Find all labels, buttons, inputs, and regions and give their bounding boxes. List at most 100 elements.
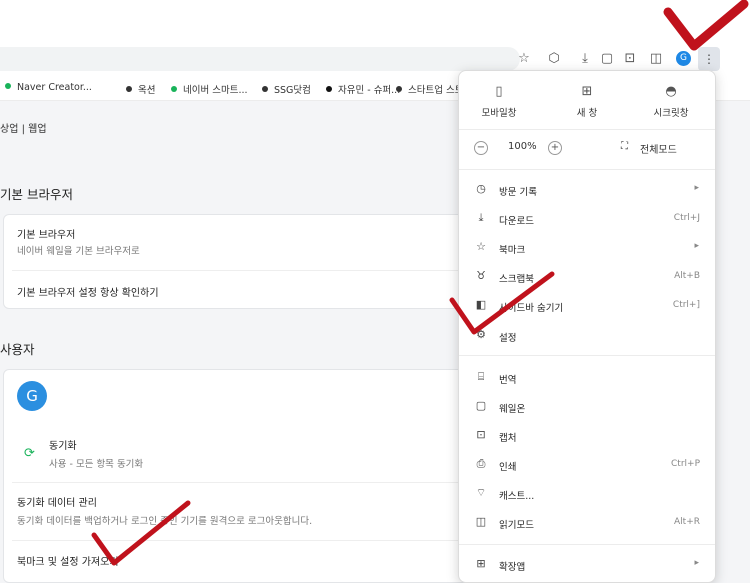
menu-item-label: 스크랩북 — [499, 274, 534, 285]
secret-icon: ◓ — [665, 84, 677, 99]
menu-item-scrapbook[interactable]: ♉ 스크랩북 Alt+B — [459, 267, 715, 287]
fullscreen-button[interactable]: 전체모드 — [640, 141, 677, 156]
bookmark-dot-icon — [5, 83, 11, 89]
zoom-in-button[interactable]: + — [548, 141, 562, 155]
sync-title[interactable]: 동기화 — [49, 437, 77, 452]
zoom-out-button[interactable]: − — [474, 141, 488, 155]
manage-sync-data-title[interactable]: 동기화 데이터 관리 — [17, 494, 97, 509]
history-icon: ◷ — [476, 182, 486, 195]
scrapbook-icon: ♉ — [476, 269, 486, 282]
menu-item-whaleon[interactable]: ▢ 웨일온 — [459, 397, 715, 417]
bookmark-label: 자유민 - 슈퍼... — [338, 85, 401, 96]
add-favorite-icon[interactable]: ☆ — [516, 51, 532, 67]
sidebar-icon: ◧ — [475, 298, 487, 311]
zoom-level: 100% — [508, 141, 537, 152]
menu-item-history[interactable]: ◷ 방문 기록 ▸ — [459, 180, 715, 200]
settings-tabs[interactable]: 상업 | 웹업 — [0, 120, 47, 135]
menu-item-capture[interactable]: ⊡ 캡처 — [459, 426, 715, 446]
bookmark-dot-icon — [396, 86, 402, 92]
import-bookmarks-settings[interactable]: 북마크 및 설정 가져오기 — [17, 553, 119, 568]
menu-item-download[interactable]: ⤓ 다운로드 Ctrl+J — [459, 209, 715, 229]
submenu-arrow-icon: ▸ — [694, 558, 699, 568]
menu-item-label: 웨일온 — [499, 404, 526, 415]
submenu-arrow-icon: ▸ — [694, 241, 699, 251]
menu-item-cast[interactable]: ⌔ 캐스트... — [459, 484, 715, 504]
user-card — [3, 369, 475, 583]
menu-item-extensions[interactable]: ⊞ 확장앱 ▸ — [459, 555, 715, 575]
print-icon: ⎙ — [476, 457, 486, 470]
menu-item-label: 사이드바 숨기기 — [499, 303, 564, 314]
menu-divider — [459, 355, 715, 356]
divider — [12, 482, 462, 483]
menu-item-label: 확장앱 — [499, 562, 526, 573]
download-toolbar-icon[interactable]: ⤓ — [577, 51, 593, 67]
menu-item-label: 다운로드 — [499, 216, 534, 227]
bookmark-item[interactable]: 자유민 - 슈퍼... — [326, 82, 400, 96]
bookmark-item[interactable]: 스타트업 스토 — [396, 82, 463, 96]
default-browser-desc: 네이버 웨일을 기본 브라우저로 — [17, 246, 140, 257]
mobile-window-label: 모바일창 — [481, 108, 517, 119]
menu-item-label: 설정 — [499, 333, 517, 344]
bookmark-label: 스타트업 스토 — [408, 85, 464, 96]
menu-item-label: 읽기모드 — [499, 520, 534, 531]
menu-item-hide-sidebar[interactable]: ◧ 사이드바 숨기기 Ctrl+] — [459, 296, 715, 316]
fullscreen-icon[interactable]: ⛶ — [621, 141, 628, 152]
sync-icon: ⟳ — [24, 446, 35, 461]
profile-avatar[interactable]: G — [676, 51, 691, 66]
menu-item-print[interactable]: ⎙ 인쇄 Ctrl+P — [459, 455, 715, 475]
menu-button[interactable]: ⋮ — [698, 47, 720, 71]
menu-item-settings[interactable]: ⚙ 설정 — [459, 326, 715, 346]
menu-item-label: 캐스트... — [499, 491, 535, 502]
new-window-icon: ⊞ — [581, 84, 593, 99]
bookmark-item[interactable]: 네이버 스마트... — [171, 82, 248, 96]
menu-item-label: 북마크 — [499, 245, 526, 256]
extension-icon[interactable]: ⬡ — [546, 51, 562, 67]
whaleon-icon: ▢ — [475, 399, 487, 412]
capture-toolbar-icon[interactable]: ⊡ — [622, 51, 638, 67]
menu-item-shortcut: Ctrl+J — [673, 213, 700, 223]
secret-window-label: 시크릿창 — [653, 108, 689, 119]
download-icon: ⤓ — [478, 211, 484, 224]
menu-item-label: 번역 — [499, 375, 517, 386]
whaleon-toolbar-icon[interactable]: ▢ — [599, 51, 615, 67]
divider — [12, 270, 462, 271]
sync-desc: 사용 - 모든 항목 동기화 — [49, 459, 144, 470]
bookmark-dot-icon — [171, 86, 177, 92]
menu-item-bookmarks[interactable]: ☆ 북마크 ▸ — [459, 238, 715, 258]
menu-divider — [459, 129, 715, 130]
mobile-window-button[interactable]: ▯ 모바일창 — [459, 83, 539, 119]
bookmark-dot-icon — [326, 86, 332, 92]
bookmark-item[interactable]: Naver Creator... — [5, 82, 92, 93]
new-window-label: 새 창 — [576, 108, 598, 119]
menu-divider — [459, 544, 715, 545]
menu-item-shortcut: Ctrl+P — [671, 459, 700, 469]
secret-window-button[interactable]: ◓ 시크릿창 — [631, 83, 711, 119]
bookmark-dot-icon — [262, 86, 268, 92]
extensions-icon: ⊞ — [476, 557, 486, 570]
menu-item-label: 캡처 — [499, 433, 517, 444]
manage-sync-data-desc: 동기화 데이터를 백업하거나 로그인 중인 기기를 원격으로 로그아웃합니다. — [17, 516, 313, 527]
submenu-arrow-icon: ▸ — [694, 183, 699, 193]
address-bar[interactable] — [0, 47, 520, 71]
section-title-default-browser: 기본 브라우저 — [0, 187, 73, 202]
reading-mode-icon: ◫ — [475, 515, 487, 528]
main-menu: ▯ 모바일창 ⊞ 새 창 ◓ 시크릿창 − 100% + ⛶ 전체모드 ◷ 방문 기록 ▸… — [458, 70, 716, 583]
always-check-default-option[interactable]: 기본 브라우저 설정 항상 확인하기 — [17, 284, 159, 299]
menu-item-reading-mode[interactable]: ◫ 읽기모드 Alt+R — [459, 513, 715, 533]
bookmark-item[interactable]: 옥션 — [126, 82, 155, 96]
split-view-icon[interactable]: ◫ — [648, 51, 664, 67]
mobile-icon: ▯ — [495, 84, 503, 99]
bookmark-label: 옥션 — [138, 85, 156, 96]
menu-item-label: 방문 기록 — [499, 187, 537, 198]
menu-item-translate[interactable]: ⌸ 번역 — [459, 368, 715, 388]
bookmark-label: Naver Creator... — [17, 82, 92, 93]
bookmark-item[interactable]: SSG닷컴 — [262, 82, 311, 96]
menu-item-shortcut: Ctrl+] — [672, 300, 700, 310]
bookmark-dot-icon — [126, 86, 132, 92]
default-browser-title: 기본 브라우저 — [17, 230, 76, 241]
translate-icon: ⌸ — [477, 370, 485, 383]
menu-item-shortcut: Alt+B — [674, 271, 700, 281]
new-window-button[interactable]: ⊞ 새 창 — [547, 83, 627, 119]
divider — [12, 540, 462, 541]
gear-icon: ⚙ — [476, 328, 486, 341]
